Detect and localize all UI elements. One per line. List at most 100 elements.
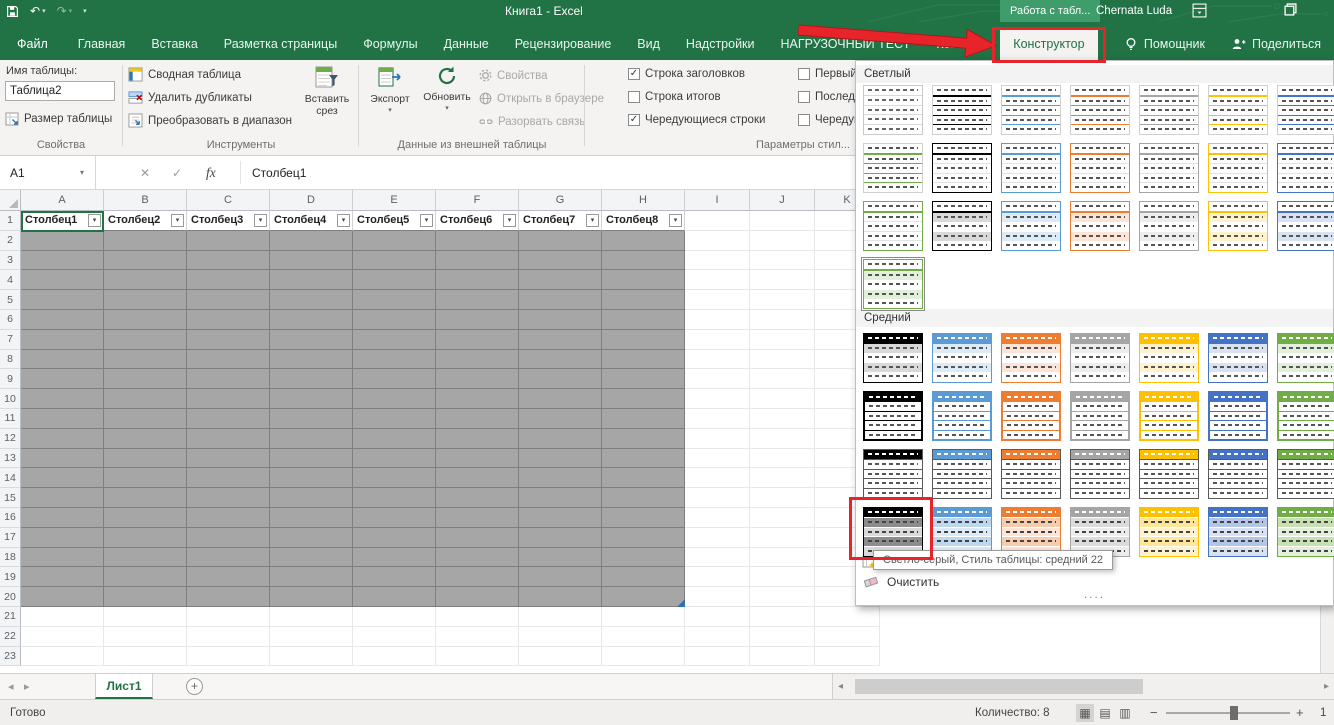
cell-B8[interactable] <box>104 350 187 370</box>
cell-I23[interactable] <box>685 647 750 667</box>
row-header-4[interactable]: 4 <box>0 270 21 290</box>
cell-G11[interactable] <box>519 409 602 429</box>
cell-C21[interactable] <box>187 607 270 627</box>
cell-F20[interactable] <box>436 587 519 607</box>
cell-I17[interactable] <box>685 528 750 548</box>
cell-B5[interactable] <box>104 290 187 310</box>
cell-H4[interactable] <box>602 270 685 290</box>
row-header-17[interactable]: 17 <box>0 528 21 548</box>
cell-D19[interactable] <box>270 567 353 587</box>
cell-H11[interactable] <box>602 409 685 429</box>
cell-G20[interactable] <box>519 587 602 607</box>
table-style-thumbnail[interactable] <box>1001 85 1061 135</box>
row-header-1[interactable]: 1 <box>0 211 21 231</box>
row-header-21[interactable]: 21 <box>0 607 21 627</box>
cell-J2[interactable] <box>750 231 815 251</box>
cell-G3[interactable] <box>519 251 602 271</box>
table-style-thumbnail[interactable] <box>1208 201 1268 251</box>
cell-C18[interactable] <box>187 548 270 568</box>
row-header-7[interactable]: 7 <box>0 330 21 350</box>
cell-F12[interactable] <box>436 429 519 449</box>
table-style-thumbnail[interactable] <box>932 143 992 193</box>
cell-D14[interactable] <box>270 468 353 488</box>
cell-J8[interactable] <box>750 350 815 370</box>
cell-E17[interactable] <box>353 528 436 548</box>
cell-K23[interactable] <box>815 647 880 667</box>
cell-G9[interactable] <box>519 369 602 389</box>
cell-G13[interactable] <box>519 449 602 469</box>
cell-I13[interactable] <box>685 449 750 469</box>
cell-C10[interactable] <box>187 389 270 409</box>
cell-J22[interactable] <box>750 627 815 647</box>
cell-G10[interactable] <box>519 389 602 409</box>
row-header-20[interactable]: 20 <box>0 587 21 607</box>
cell-H19[interactable] <box>602 567 685 587</box>
table-style-thumbnail[interactable] <box>1070 391 1130 441</box>
row-header-13[interactable]: 13 <box>0 449 21 469</box>
table-style-thumbnail[interactable] <box>1139 507 1199 557</box>
cell-E12[interactable] <box>353 429 436 449</box>
filter-dropdown-icon[interactable]: ▾ <box>503 214 516 227</box>
cell-F2[interactable] <box>436 231 519 251</box>
enter-button[interactable]: ✓ <box>172 156 182 189</box>
cell-G15[interactable] <box>519 488 602 508</box>
cell-I9[interactable] <box>685 369 750 389</box>
cell-A13[interactable] <box>21 449 104 469</box>
cell-H6[interactable] <box>602 310 685 330</box>
cell-A16[interactable] <box>21 508 104 528</box>
zoom-slider-thumb[interactable] <box>1230 706 1238 720</box>
cell-B7[interactable] <box>104 330 187 350</box>
table-style-thumbnail[interactable] <box>1139 85 1199 135</box>
cell-B3[interactable] <box>104 251 187 271</box>
remove-duplicates-button[interactable]: Удалить дубликаты <box>128 90 252 105</box>
cell-C22[interactable] <box>187 627 270 647</box>
cell-B1[interactable]: Столбец2▾ <box>104 211 187 231</box>
cell-K21[interactable] <box>815 607 880 627</box>
column-header-H[interactable]: H <box>602 190 685 211</box>
cell-G2[interactable] <box>519 231 602 251</box>
row-header-16[interactable]: 16 <box>0 508 21 528</box>
cell-H23[interactable] <box>602 647 685 667</box>
cell-A9[interactable] <box>21 369 104 389</box>
checkbox-header-row[interactable]: ✓Строка заголовков <box>628 68 745 80</box>
table-style-thumbnail[interactable] <box>932 85 992 135</box>
formula-content[interactable]: Столбец1 <box>252 156 306 189</box>
table-name-input[interactable]: Таблица2 <box>5 81 115 101</box>
cell-F10[interactable] <box>436 389 519 409</box>
cell-D7[interactable] <box>270 330 353 350</box>
cell-C16[interactable] <box>187 508 270 528</box>
restore-window-icon[interactable] <box>1284 3 1297 21</box>
table-style-thumbnail[interactable] <box>1208 391 1268 441</box>
table-style-thumbnail[interactable] <box>1001 333 1061 383</box>
ribbon-tab-Рецензирование[interactable]: Рецензирование <box>502 28 625 60</box>
cell-A2[interactable] <box>21 231 104 251</box>
cell-E1[interactable]: Столбец5▾ <box>353 211 436 231</box>
cell-F8[interactable] <box>436 350 519 370</box>
cell-B15[interactable] <box>104 488 187 508</box>
cell-C23[interactable] <box>187 647 270 667</box>
table-style-thumbnail[interactable] <box>1277 143 1334 193</box>
cell-E6[interactable] <box>353 310 436 330</box>
cell-D9[interactable] <box>270 369 353 389</box>
cell-B10[interactable] <box>104 389 187 409</box>
cell-H12[interactable] <box>602 429 685 449</box>
table-style-thumbnail[interactable] <box>1070 449 1130 499</box>
cell-F23[interactable] <box>436 647 519 667</box>
cell-E22[interactable] <box>353 627 436 647</box>
cell-H2[interactable] <box>602 231 685 251</box>
cell-F15[interactable] <box>436 488 519 508</box>
properties-button[interactable]: Свойства <box>479 69 548 82</box>
cell-F14[interactable] <box>436 468 519 488</box>
cell-I15[interactable] <box>685 488 750 508</box>
cell-H18[interactable] <box>602 548 685 568</box>
ribbon-tab-Конструктор[interactable]: Конструктор <box>1000 28 1097 60</box>
ribbon-tab-Разметка страницы[interactable]: Разметка страницы <box>211 28 350 60</box>
cell-G21[interactable] <box>519 607 602 627</box>
cell-I11[interactable] <box>685 409 750 429</box>
share-tab[interactable]: Поделиться <box>1218 28 1334 60</box>
row-header-3[interactable]: 3 <box>0 251 21 271</box>
cell-D23[interactable] <box>270 647 353 667</box>
sheet-nav-right-icon[interactable]: ▸ <box>24 674 30 699</box>
cell-B13[interactable] <box>104 449 187 469</box>
cell-I10[interactable] <box>685 389 750 409</box>
